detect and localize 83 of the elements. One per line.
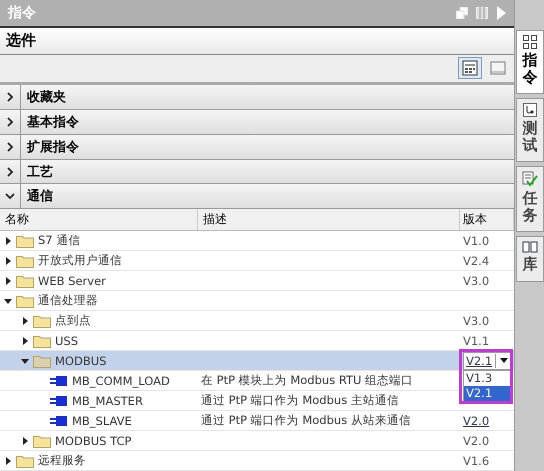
- folder-icon: [16, 234, 34, 248]
- section-header[interactable]: 工艺: [0, 160, 514, 184]
- version-link[interactable]: V2.0: [463, 414, 490, 428]
- tree-row[interactable]: WEB Server V3.0: [0, 271, 514, 291]
- version-dropdown[interactable]: V2.1: [463, 352, 512, 370]
- tree-item-label: 远程服务: [38, 453, 86, 468]
- side-tab[interactable]: 指令: [516, 30, 544, 94]
- tree-item-label: S7 通信: [38, 233, 80, 248]
- version-text: V1.0: [463, 234, 490, 248]
- dropdown-option[interactable]: V2.1: [464, 386, 510, 401]
- collapsed-caret-icon[interactable]: [21, 336, 29, 344]
- folder-icon: [16, 294, 34, 308]
- description-text: 在 PtP 模块上为 Modbus RTU 组态端口: [200, 373, 414, 388]
- tree-row[interactable]: 开放式用户通信 V2.4: [0, 251, 514, 271]
- tree-item-label: MB_COMM_LOAD: [72, 374, 170, 388]
- section-header[interactable]: 基本指令: [0, 110, 514, 135]
- section-header[interactable]: 扩展指令: [0, 134, 514, 160]
- tree-item-label: MODBUS: [55, 354, 106, 368]
- tree-row[interactable]: 通信处理器: [0, 291, 514, 311]
- chevron-right-icon: [5, 92, 15, 102]
- chevron-right-icon: [5, 166, 15, 177]
- tree-item-label: 通信处理器: [38, 293, 98, 308]
- collapsed-caret-icon[interactable]: [21, 436, 29, 444]
- collapsed-caret-icon[interactable]: [4, 276, 12, 284]
- collapsed-caret-icon[interactable]: [4, 236, 12, 244]
- side-tab[interactable]: 库: [516, 236, 544, 282]
- section-header[interactable]: 通信: [0, 184, 514, 210]
- chevron-right-icon: [5, 142, 15, 152]
- version-text: V2.0: [463, 434, 490, 448]
- folder-icon: [16, 454, 34, 468]
- collapsed-caret-icon[interactable]: [4, 456, 12, 464]
- function-block-icon: [50, 396, 68, 406]
- version-text: V1.6: [463, 454, 490, 468]
- highlight-frame: [459, 349, 513, 404]
- book-icon: [522, 241, 538, 253]
- version-text: V3.0: [463, 274, 490, 288]
- side-tab[interactable]: 任务: [516, 166, 544, 232]
- column-header[interactable]: 版本: [460, 209, 514, 230]
- version-text: V2.4: [463, 254, 490, 268]
- grid-icon: [523, 35, 537, 49]
- folder-icon: [16, 274, 34, 288]
- tree-item-label: WEB Server: [38, 274, 106, 288]
- expanded-caret-icon[interactable]: [21, 356, 29, 364]
- section-header[interactable]: 收藏夹: [0, 85, 514, 110]
- tree-item-label: MB_SLAVE: [72, 414, 132, 428]
- folder-icon: [33, 314, 51, 328]
- window-icon: [490, 61, 506, 76]
- probe-icon: [523, 103, 537, 117]
- collapsed-caret-icon[interactable]: [21, 316, 29, 324]
- description-text: 通过 PtP 端口作为 Modbus 主站通信: [200, 393, 399, 408]
- tree-row[interactable]: 远程服务 V1.6: [0, 451, 514, 471]
- description-text: 通过 PtP 端口作为 Modbus 从站来通信: [200, 413, 411, 428]
- window-title: 指令: [8, 4, 36, 22]
- tree-item-label: 点到点: [55, 313, 91, 328]
- version-text: V1.1: [463, 334, 490, 348]
- function-block-icon: [50, 376, 68, 386]
- table-columns-icon: [462, 60, 478, 76]
- checklist-icon: [522, 171, 538, 187]
- collapsed-caret-icon[interactable]: [4, 256, 12, 264]
- tree-item-label: 开放式用户通信: [38, 253, 122, 268]
- folder-icon: [16, 254, 34, 268]
- tree-row[interactable]: S7 通信 V1.0: [0, 231, 514, 251]
- chevron-right-icon: [5, 116, 15, 127]
- side-tab[interactable]: 测试: [516, 98, 544, 162]
- dropdown-option[interactable]: V1.3: [464, 371, 510, 386]
- folder-icon: [33, 354, 51, 368]
- version-text: V3.0: [463, 314, 490, 328]
- tree-row[interactable]: MODBUS V2.1: [0, 351, 514, 371]
- tree-item-label: MB_MASTER: [72, 394, 143, 408]
- column-header[interactable]: 名称: [0, 209, 198, 230]
- column-header[interactable]: 描述: [198, 209, 460, 230]
- columns-view-button[interactable]: [458, 57, 482, 80]
- folder-icon: [33, 434, 51, 448]
- tree-row[interactable]: MODBUS TCP V2.0: [0, 431, 514, 451]
- dropdown-caret-icon: [500, 358, 508, 363]
- expanded-caret-icon[interactable]: [4, 296, 12, 304]
- function-block-icon: [50, 416, 68, 426]
- tree-row[interactable]: 点到点 V3.0: [0, 311, 514, 331]
- tree-row[interactable]: MB_SLAVE 通过 PtP 端口作为 Modbus 从站来通信 V2.0: [0, 411, 514, 431]
- tree-item-label: MODBUS TCP: [55, 434, 132, 448]
- folder-icon: [33, 334, 51, 348]
- chevron-down-icon: [5, 191, 15, 202]
- tree-item-label: USS: [55, 334, 78, 348]
